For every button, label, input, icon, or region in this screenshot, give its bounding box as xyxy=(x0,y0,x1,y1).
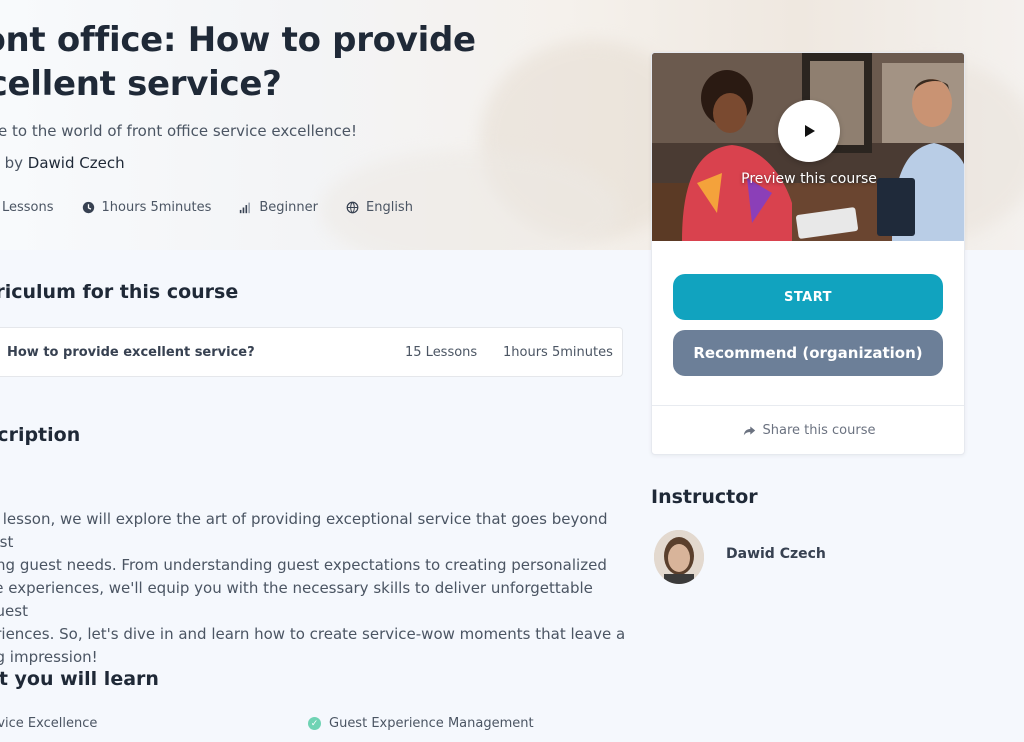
course-preview[interactable]: Preview this course xyxy=(652,53,964,241)
learn-item: ✓ Guest Experience Management xyxy=(308,716,534,731)
meta-duration: 1hours 5minutes xyxy=(82,200,212,215)
play-icon xyxy=(805,125,815,137)
curriculum-item-title: How to provide excellent service? xyxy=(7,344,255,360)
description-text: is lesson, we will explore the art of pr… xyxy=(0,508,626,669)
instructor-heading: Instructor xyxy=(651,486,758,508)
play-button[interactable] xyxy=(778,100,840,162)
course-card: Preview this course START Recommend (org… xyxy=(651,52,965,455)
course-subtitle: come to the world of front office servic… xyxy=(0,122,358,140)
course-creator: ated by Dawid Czech xyxy=(0,154,606,172)
globe-icon xyxy=(346,201,359,214)
share-arrow-icon xyxy=(743,425,755,435)
signal-bars-icon xyxy=(240,202,251,214)
course-title-line: xcellent service? xyxy=(0,64,282,104)
description-heading: scription xyxy=(0,424,81,446)
curriculum-item[interactable]: How to provide excellent service? 15 Les… xyxy=(0,327,623,377)
hero-content: ront office: How to provide xcellent ser… xyxy=(0,18,606,172)
instructor-name[interactable]: Dawid Czech xyxy=(726,546,826,562)
meta-duration-label: 1hours 5minutes xyxy=(101,200,212,215)
curriculum-item-duration: 1hours 5minutes xyxy=(503,344,613,360)
meta-language: English xyxy=(346,200,413,215)
learn-item-label: rvice Excellence xyxy=(0,716,98,731)
description-line: is lesson, we will explore the art of pr… xyxy=(0,510,608,551)
description-line: eriences. So, let's dive in and learn ho… xyxy=(0,625,626,643)
start-button[interactable]: START xyxy=(673,274,943,320)
creator-prefix: ated by xyxy=(0,154,23,172)
learn-heading: at you will learn xyxy=(0,668,159,690)
meta-level: Beginner xyxy=(239,200,318,215)
clock-icon xyxy=(82,201,94,214)
course-title-line: ront office: How to provide xyxy=(0,20,476,60)
description-line: ting guest needs. From understanding gue… xyxy=(0,556,607,574)
curriculum-item-lessons: 15 Lessons xyxy=(405,344,478,360)
recommend-button[interactable]: Recommend (organization) xyxy=(673,330,943,376)
share-course-link[interactable]: Share this course xyxy=(652,405,964,454)
description-line: ng impression! xyxy=(0,648,98,666)
share-label: Share this course xyxy=(762,422,876,438)
preview-label: Preview this course xyxy=(741,171,877,187)
meta-level-label: Beginner xyxy=(259,200,318,215)
creator-name: Dawid Czech xyxy=(27,154,125,172)
instructor-photo xyxy=(654,530,704,584)
course-title: ront office: How to provide xcellent ser… xyxy=(0,18,606,106)
meta-language-label: English xyxy=(366,200,413,215)
instructor-avatar[interactable] xyxy=(654,530,704,584)
curriculum-heading: rriculum for this course xyxy=(0,281,239,303)
meta-lessons-label: Lessons xyxy=(2,200,54,215)
learn-item-label: Guest Experience Management xyxy=(329,716,534,731)
course-meta: Lessons 1hours 5minutes Beginner English xyxy=(0,200,413,215)
meta-lessons: Lessons xyxy=(2,200,54,215)
description-line: ce experiences, we'll equip you with the… xyxy=(0,579,593,620)
check-circle-icon: ✓ xyxy=(308,717,321,730)
learn-item: rvice Excellence xyxy=(0,716,97,731)
